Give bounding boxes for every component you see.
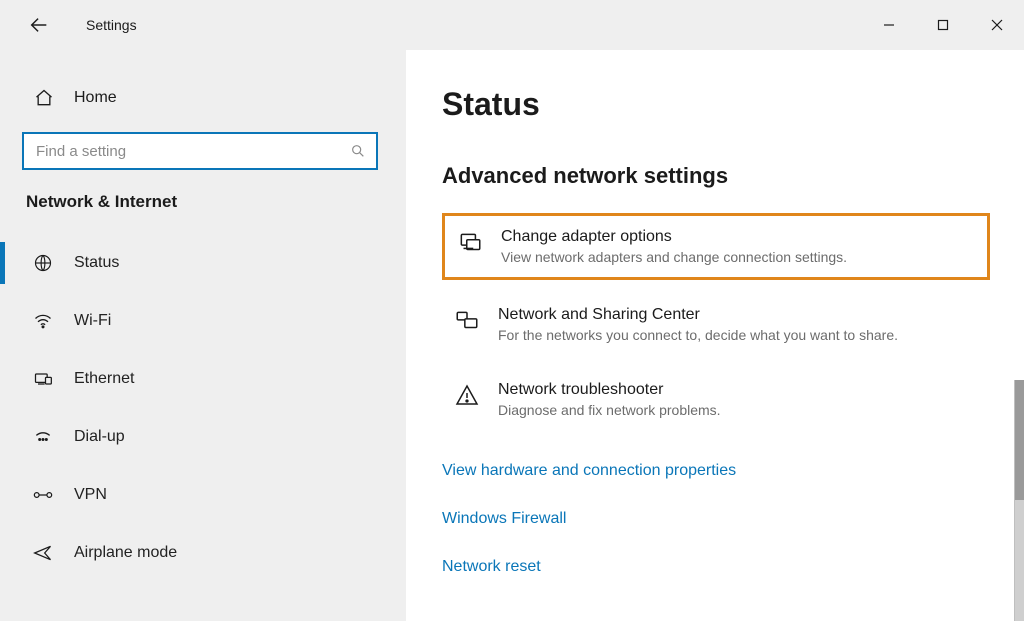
- search-icon: [350, 143, 366, 159]
- ethernet-icon: [30, 369, 56, 389]
- sidebar-item-label: Status: [74, 254, 119, 272]
- wifi-icon: [30, 311, 56, 331]
- home-icon: [30, 88, 58, 108]
- sidebar-item-label: VPN: [74, 486, 107, 504]
- search-container: [22, 132, 384, 170]
- maximize-button[interactable]: [916, 0, 970, 50]
- sidebar-item-label: Wi-Fi: [74, 312, 111, 330]
- sidebar-item-airplane[interactable]: Airplane mode: [0, 524, 406, 582]
- sidebar-item-vpn[interactable]: VPN: [0, 466, 406, 524]
- sidebar-item-label: Home: [74, 89, 117, 107]
- network-status-icon: [30, 253, 56, 273]
- link-network-reset[interactable]: Network reset: [442, 550, 990, 584]
- option-desc: View network adapters and change connect…: [501, 249, 847, 265]
- option-title: Network troubleshooter: [498, 381, 721, 399]
- sidebar-item-label: Ethernet: [74, 370, 134, 388]
- close-icon: [991, 19, 1003, 31]
- search-input[interactable]: [34, 142, 350, 161]
- option-title: Network and Sharing Center: [498, 306, 898, 324]
- options-list: Change adapter options View network adap…: [442, 213, 990, 430]
- search-box[interactable]: [22, 132, 378, 170]
- sidebar-item-ethernet[interactable]: Ethernet: [0, 350, 406, 408]
- minimize-button[interactable]: [862, 0, 916, 50]
- sidebar-group-title: Network & Internet: [26, 192, 406, 212]
- link-windows-firewall[interactable]: Windows Firewall: [442, 502, 990, 536]
- minimize-icon: [883, 19, 895, 31]
- window-title: Settings: [86, 17, 137, 33]
- sidebar-item-label: Dial-up: [74, 428, 125, 446]
- option-troubleshooter[interactable]: Network troubleshooter Diagnose and fix …: [442, 369, 990, 430]
- sharing-icon: [452, 308, 482, 343]
- sidebar-item-wifi[interactable]: Wi-Fi: [0, 292, 406, 350]
- maximize-icon: [937, 19, 949, 31]
- airplane-icon: [30, 543, 56, 563]
- page-title: Status: [442, 86, 990, 123]
- sidebar-item-dialup[interactable]: Dial-up: [0, 408, 406, 466]
- close-button[interactable]: [970, 0, 1024, 50]
- title-bar: Settings: [0, 0, 1024, 50]
- link-list: View hardware and connection properties …: [442, 454, 990, 584]
- sidebar-item-home[interactable]: Home: [0, 80, 406, 116]
- window-controls: [862, 0, 1024, 50]
- warning-icon: [452, 383, 482, 418]
- dialup-icon: [30, 427, 56, 447]
- section-title: Advanced network settings: [442, 163, 990, 189]
- option-change-adapter[interactable]: Change adapter options View network adap…: [442, 213, 990, 280]
- option-title: Change adapter options: [501, 228, 847, 246]
- vpn-icon: [30, 485, 56, 505]
- sidebar-item-label: Airplane mode: [74, 544, 177, 562]
- adapter-icon: [455, 230, 485, 265]
- sidebar-item-status[interactable]: Status: [0, 234, 406, 292]
- scrollbar-thumb[interactable]: [1015, 380, 1024, 500]
- link-hardware-properties[interactable]: View hardware and connection properties: [442, 454, 990, 488]
- main-content: Status Advanced network settings Change …: [406, 50, 1024, 621]
- arrow-left-icon: [28, 14, 50, 36]
- scrollbar[interactable]: [1014, 380, 1024, 621]
- option-desc: Diagnose and fix network problems.: [498, 402, 721, 418]
- back-button[interactable]: [22, 8, 56, 42]
- option-desc: For the networks you connect to, decide …: [498, 327, 898, 343]
- sidebar: Home Network & Internet Status Wi-Fi: [0, 50, 406, 621]
- option-sharing-center[interactable]: Network and Sharing Center For the netwo…: [442, 294, 990, 355]
